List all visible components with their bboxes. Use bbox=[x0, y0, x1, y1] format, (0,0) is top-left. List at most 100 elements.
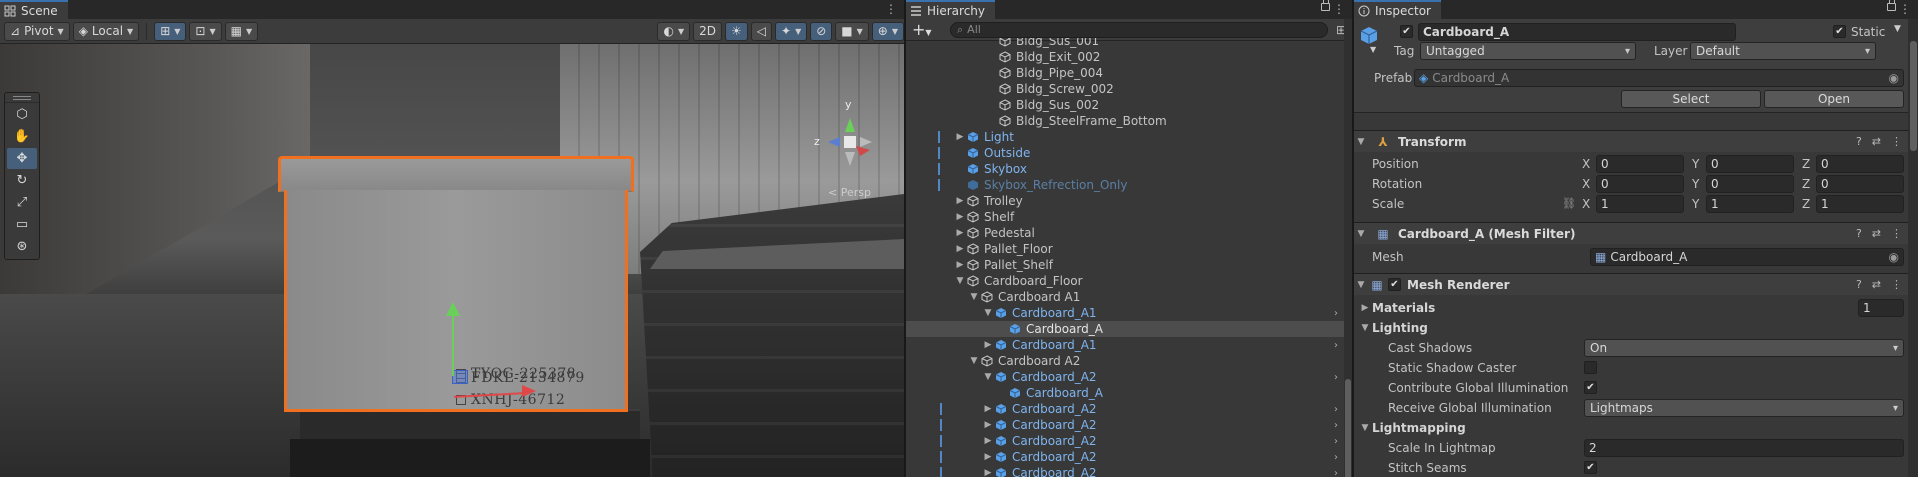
scale-tool-icon[interactable]: ⤢ bbox=[7, 192, 37, 213]
expand-arrow-icon[interactable]: ▶ bbox=[954, 196, 966, 206]
chevron-right-icon[interactable]: › bbox=[1334, 468, 1338, 477]
kebab-menu-icon[interactable]: ⋮ bbox=[1333, 2, 1346, 16]
grid-snap-button[interactable]: ⊞ ▼ bbox=[154, 21, 187, 41]
move-gizmo-y-axis[interactable] bbox=[452, 306, 454, 376]
move-gizmo-plane-handle[interactable] bbox=[452, 370, 468, 384]
tree-row[interactable]: ▶ Pedestal bbox=[906, 225, 1346, 241]
expand-arrow-icon[interactable]: ▶ bbox=[982, 452, 994, 462]
expand-arrow-icon[interactable]: ▶ bbox=[954, 132, 966, 142]
effects-dropdown[interactable]: ✦ ▼ bbox=[775, 21, 808, 41]
tree-row[interactable]: ▶ Shelf bbox=[906, 209, 1346, 225]
collapse-arrow-icon[interactable]: ▼ bbox=[954, 276, 966, 286]
expand-arrow-icon[interactable]: ▶ bbox=[1358, 303, 1372, 313]
lighting-foldout[interactable]: ▼ Lighting bbox=[1358, 321, 1428, 335]
tree-row[interactable]: ▼ Cardboard_Floor bbox=[906, 273, 1346, 289]
kebab-menu-icon[interactable]: ⋮ bbox=[885, 2, 898, 16]
layer-dropdown[interactable]: Default bbox=[1690, 42, 1876, 60]
tree-row[interactable]: Bldg_Sus_002 bbox=[906, 97, 1346, 113]
rect-tool-icon[interactable]: ▭ bbox=[7, 214, 37, 235]
presets-icon[interactable]: ⇄ bbox=[1872, 227, 1881, 240]
move-gizmo-y-arrow-icon[interactable] bbox=[446, 302, 460, 316]
help-icon[interactable]: ? bbox=[1856, 278, 1862, 291]
mesh-renderer-header[interactable]: ▼ ▦ ✔ Mesh Renderer ? ⇄ ⋮ bbox=[1354, 273, 1908, 295]
view-tool-cube-icon[interactable]: ⬡ bbox=[7, 104, 37, 125]
chevron-right-icon[interactable]: › bbox=[1334, 308, 1338, 319]
collapse-arrow-icon[interactable]: ▼ bbox=[982, 308, 994, 318]
expand-arrow-icon[interactable]: ▶ bbox=[954, 228, 966, 238]
rotation-x-label[interactable]: X bbox=[1582, 177, 1590, 191]
audio-toggle[interactable]: ◁ bbox=[750, 21, 772, 41]
hierarchy-search-input[interactable]: ⌕ All bbox=[950, 21, 1328, 38]
prefab-select-button[interactable]: Select bbox=[1621, 90, 1761, 108]
tree-row[interactable]: Bldg_Exit_002 bbox=[906, 49, 1346, 65]
expand-arrow-icon[interactable]: ▶ bbox=[982, 468, 994, 477]
tree-row[interactable]: ▶ Cardboard_A2 › bbox=[906, 433, 1346, 449]
prefab-open-button[interactable]: Open bbox=[1764, 90, 1904, 108]
position-x-label[interactable]: X bbox=[1582, 157, 1590, 171]
collapse-arrow-icon[interactable]: ▼ bbox=[968, 292, 980, 302]
chevron-right-icon[interactable]: › bbox=[1334, 340, 1338, 351]
presets-icon[interactable]: ⇄ bbox=[1872, 135, 1881, 148]
rotation-y-field[interactable]: 0 bbox=[1706, 175, 1794, 193]
chevron-right-icon[interactable]: › bbox=[1334, 452, 1338, 463]
stitch-seams-checkbox[interactable]: ✔ bbox=[1584, 461, 1597, 474]
collapse-arrow-icon[interactable]: ▼ bbox=[1354, 280, 1368, 290]
tree-row[interactable]: ▶ Light bbox=[906, 129, 1346, 145]
chevron-right-icon[interactable]: › bbox=[1334, 404, 1338, 415]
collapse-arrow-icon[interactable]: ▼ bbox=[1354, 137, 1368, 147]
inspector-scrollbar[interactable] bbox=[1908, 19, 1918, 477]
grid-visibility-button[interactable]: ▦ ▼ bbox=[224, 21, 259, 41]
position-x-field[interactable]: 0 bbox=[1596, 155, 1684, 173]
object-name-field[interactable]: Cardboard_A bbox=[1418, 23, 1736, 41]
transform-tool-icon[interactable]: ⊛ bbox=[7, 236, 37, 257]
scale-x-label[interactable]: X bbox=[1582, 197, 1590, 211]
kebab-menu-icon[interactable]: ⋮ bbox=[1891, 227, 1902, 240]
lightmapping-foldout[interactable]: ▼ Lightmapping bbox=[1358, 421, 1466, 435]
position-y-field[interactable]: 0 bbox=[1706, 155, 1794, 173]
gizmos-dropdown[interactable]: ⊕ ▼ bbox=[871, 21, 904, 41]
tree-row[interactable]: Bldg_Screw_002 bbox=[906, 81, 1346, 97]
cast-shadows-dropdown[interactable]: On bbox=[1584, 339, 1904, 357]
contribute-gi-checkbox[interactable]: ✔ bbox=[1584, 381, 1597, 394]
prefab-asset-field[interactable]: ◈ Cardboard_A ◉ bbox=[1414, 69, 1904, 87]
tree-row[interactable]: ▶ Cardboard_A1 › bbox=[906, 337, 1346, 353]
draw-mode-button[interactable]: ◐ ▼ bbox=[657, 21, 691, 41]
lighting-toggle[interactable]: ☀ bbox=[725, 21, 748, 41]
object-picker-icon[interactable]: ◉ bbox=[1889, 71, 1899, 85]
tab-scene[interactable]: Scene bbox=[0, 0, 68, 19]
chevron-right-icon[interactable]: › bbox=[1334, 372, 1338, 383]
increment-snap-button[interactable]: ⊡ ▼ bbox=[189, 21, 222, 41]
materials-count-field[interactable]: 1 bbox=[1858, 299, 1904, 317]
position-z-label[interactable]: Z bbox=[1802, 157, 1810, 171]
chevron-right-icon[interactable]: › bbox=[1334, 436, 1338, 447]
tree-row[interactable]: Bldg_Sus_001 bbox=[906, 38, 1346, 49]
tree-row[interactable]: ▼ Cardboard_A1 › bbox=[906, 305, 1346, 321]
expand-arrow-icon[interactable]: ▶ bbox=[982, 404, 994, 414]
rotation-z-field[interactable]: 0 bbox=[1816, 175, 1904, 193]
collapse-arrow-icon[interactable]: ▼ bbox=[982, 372, 994, 382]
static-checkbox[interactable]: ✔ bbox=[1833, 25, 1846, 38]
prefab-object-icon[interactable] bbox=[1358, 25, 1380, 50]
pivot-dropdown[interactable]: ⊿ Pivot ▼ bbox=[4, 21, 70, 41]
tree-row[interactable]: Skybox bbox=[906, 161, 1346, 177]
scale-z-label[interactable]: Z bbox=[1802, 197, 1810, 211]
move-gizmo-x-arrow-icon[interactable] bbox=[522, 385, 536, 397]
mode-2d-button[interactable]: 2D bbox=[693, 21, 722, 41]
static-dropdown-chevron-icon[interactable]: ▼ bbox=[1894, 24, 1901, 34]
receive-gi-dropdown[interactable]: Lightmaps bbox=[1584, 399, 1904, 417]
local-dropdown[interactable]: ◈ Local ▼ bbox=[72, 21, 140, 41]
scrollbar-thumb[interactable] bbox=[1345, 379, 1351, 477]
expand-arrow-icon[interactable]: ▶ bbox=[954, 212, 966, 222]
add-object-button[interactable]: +▼ bbox=[912, 20, 942, 39]
tree-row[interactable]: ▶ Trolley bbox=[906, 193, 1346, 209]
collapse-arrow-icon[interactable]: ▼ bbox=[1358, 323, 1372, 333]
lock-icon[interactable] bbox=[1887, 0, 1896, 11]
move-tool-icon[interactable]: ✥ bbox=[7, 148, 37, 169]
hierarchy-scrollbar[interactable] bbox=[1344, 19, 1352, 477]
tab-hierarchy[interactable]: Hierarchy bbox=[906, 0, 996, 19]
lock-icon[interactable] bbox=[1321, 0, 1330, 11]
tree-row[interactable]: ▶ Cardboard_A2 › bbox=[906, 417, 1346, 433]
mesh-filter-header[interactable]: ▼ ▦ Cardboard_A (Mesh Filter) ? ⇄ ⋮ bbox=[1354, 222, 1908, 244]
hand-tool-icon[interactable]: ✋ bbox=[7, 126, 37, 147]
scene-viewport[interactable]: TYOG-225378 XNHJ-46712 FDKL-2134879 ⬡ ✋ … bbox=[0, 44, 904, 477]
